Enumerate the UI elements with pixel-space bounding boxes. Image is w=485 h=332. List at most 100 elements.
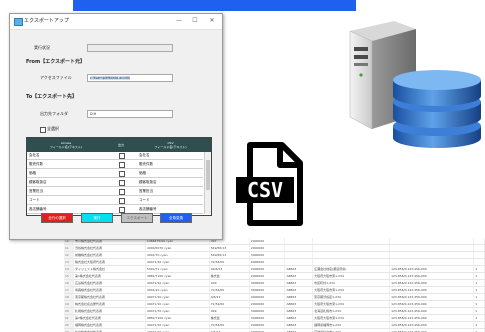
- sheet-cell: 11: [64, 244, 74, 252]
- sheet-cell: 3000000: [249, 314, 286, 322]
- grid-row[interactable]: コード コード: [27, 197, 203, 205]
- sheet-cell: 広瀬会社地名(都道府県): [312, 265, 391, 273]
- sheet-cell: [389, 251, 475, 259]
- spreadsheet-table: 10 市川株式会社代表者 1066475/00 cyan 497 2000000 11 渋谷…: [64, 238, 485, 332]
- sheet-cell: 渋谷株式会社代表者: [73, 244, 146, 252]
- grid-scrollbar[interactable]: [204, 152, 211, 214]
- database-icon: [393, 70, 481, 148]
- sheet-cell: 3000000: [249, 251, 286, 259]
- run-button[interactable]: 実行: [81, 213, 113, 223]
- sheet-cell: 13: [64, 258, 74, 266]
- sheet-cell: 1: [473, 300, 485, 308]
- sheet-cell: 123-856/0.123.456-000: [389, 272, 475, 280]
- grid-cell-csv: 各店舗番号: [139, 207, 157, 211]
- sheet-cell: 499: [209, 279, 250, 287]
- grid-row[interactable]: 価格 価格: [27, 170, 203, 178]
- sheet-cell: A8863: [284, 286, 314, 294]
- sheet-cell: 2000000: [249, 265, 286, 273]
- status-field: [87, 44, 173, 52]
- sheet-cell: 福岡株式会社代表者: [73, 321, 146, 329]
- select-all-checkbox[interactable]: [40, 127, 46, 133]
- sheet-cell: 72/54/00: [209, 286, 250, 294]
- grid-row[interactable]: 営業担当 営業担当: [27, 188, 203, 196]
- sheet-cell: 549/65/13: [209, 251, 250, 259]
- grid-row[interactable]: 顧客取扱店 顧客取扱店: [27, 179, 203, 187]
- sheet-cell: 49471/10 cyan: [145, 321, 210, 329]
- sheet-cell: 前橋株式会社代表者: [73, 251, 146, 259]
- csv-label: CSV: [247, 178, 283, 202]
- sheet-cell: 株式会: [209, 272, 250, 280]
- sheet-cell: 株式会社大阪府代表者: [73, 258, 146, 266]
- sheet-cell: 北海道札幌市1-234: [312, 307, 391, 315]
- sheet-cell: [284, 251, 314, 259]
- title-bar: エクスポートアップ — ☐ ✕: [10, 14, 222, 30]
- grid-header: Access フィールド名(テキスト) 出力 CSV フィールド名(テキスト): [27, 138, 211, 152]
- sheet-cell: 4001/70 cyan: [145, 251, 210, 259]
- sheet-cell: 大阪府大阪市東1-234: [312, 314, 391, 322]
- sheet-row: 12 前橋株式会社代表者 4001/70 cyan 549/65/13 3000000: [64, 251, 485, 259]
- sheet-cell: 2000000: [249, 244, 286, 252]
- export-button[interactable]: エクスポート: [121, 213, 153, 223]
- sheet-row: 20 札幌株式会社代表者 49471/70 cyan 499 3000000 A8863 北…: [64, 307, 485, 315]
- output-folder-input[interactable]: D:¥: [87, 110, 173, 118]
- select-rows-button[interactable]: 全行の選択: [41, 213, 73, 223]
- sheet-cell: 499: [209, 307, 250, 315]
- sheet-cell: 市区町村1-234: [312, 279, 391, 287]
- sheet-cell: [312, 244, 391, 252]
- sheet-row: 11 渋谷株式会社代表者 4900/0070 cyan 549/65/13 200000…: [64, 244, 485, 252]
- sheet-cell: 4901/10 cyan: [145, 286, 210, 294]
- sheet-cell: 123-856/0.123.456-000: [389, 314, 475, 322]
- sheet-cell: 4881/7100 cyan: [145, 272, 210, 280]
- grid-cell-access: コード: [29, 198, 40, 202]
- sheet-cell: A8863: [284, 321, 314, 329]
- grid-output-checkbox[interactable]: [119, 171, 125, 177]
- sheet-cell: [312, 251, 391, 259]
- grid-output-checkbox[interactable]: [119, 189, 125, 195]
- sheet-cell: 17: [64, 286, 74, 294]
- sheet-cell: 6000000: [249, 258, 286, 266]
- sheet-cell: 3000000: [249, 279, 286, 287]
- sheet-cell: 22: [64, 321, 74, 329]
- grid-output-checkbox[interactable]: [119, 162, 125, 168]
- grid-output-checkbox[interactable]: [119, 180, 125, 186]
- sheet-row: 14 ダイジェスト株式会社 5091/71 cyan 49/6/13 2000000 A8…: [64, 265, 485, 273]
- grid-cell-csv: 価格: [139, 171, 146, 175]
- minimize-button[interactable]: —: [173, 16, 185, 26]
- sheet-cell: 123-856/0.123.456-000: [389, 300, 475, 308]
- sheet-cell: 123-856/0.123.456-000: [389, 328, 475, 332]
- sheet-cell: 1: [473, 279, 485, 287]
- grid-output-checkbox[interactable]: [119, 198, 125, 204]
- sheet-cell: 21: [64, 314, 74, 322]
- access-file-input[interactable]: c:¥sample¥data.accdb: [87, 74, 173, 82]
- sheet-cell: 1: [473, 272, 485, 280]
- grid-output-checkbox[interactable]: [119, 153, 125, 159]
- sheet-cell: 16: [64, 279, 74, 287]
- close-button[interactable]: ✕: [206, 16, 218, 26]
- sheet-cell: 23: [64, 328, 74, 332]
- grid-cell-csv: コード: [139, 198, 150, 202]
- sheet-cell: 1: [473, 286, 485, 294]
- sheet-cell: 549/65/13: [209, 244, 250, 252]
- access-file-label: アクセスファイル: [40, 75, 72, 80]
- sheet-row: 18 東京都株式会社代表者 49471/10 cyan 4/6/13 4000000 A8…: [64, 293, 485, 301]
- grid-cell-access: 販売件数: [29, 162, 43, 166]
- sheet-cell: 49/6/13: [209, 265, 250, 273]
- sheet-cell: A8863: [284, 314, 314, 322]
- sheet-cell: [473, 251, 485, 259]
- sheet-cell: [284, 244, 314, 252]
- spreadsheet-background: 10 市川株式会社代表者 1066475/00 cyan 497 2000000 11 渋谷…: [64, 238, 485, 332]
- convert-button[interactable]: 全角変換: [160, 213, 192, 223]
- sheet-cell: 株式会社名古屋代表者: [73, 300, 146, 308]
- grid-scroll-thumb[interactable]: [206, 160, 210, 190]
- sheet-cell: 1: [473, 314, 485, 322]
- grid-row[interactable]: 会社名 会社名: [27, 152, 203, 160]
- grid-row[interactable]: 販売件数 販売件数: [27, 161, 203, 169]
- grid-cell-access: 各店舗番号: [29, 207, 47, 211]
- sheet-cell: 4900/0070 cyan: [145, 244, 210, 252]
- sheet-cell: A8863: [284, 300, 314, 308]
- access-file-value: c:¥sample¥data.accdb: [90, 76, 130, 80]
- maximize-button[interactable]: ☐: [189, 16, 201, 26]
- sheet-cell: 1: [473, 328, 485, 332]
- header-banner: [73, 0, 356, 11]
- sheet-cell: 4/6/13: [209, 328, 250, 332]
